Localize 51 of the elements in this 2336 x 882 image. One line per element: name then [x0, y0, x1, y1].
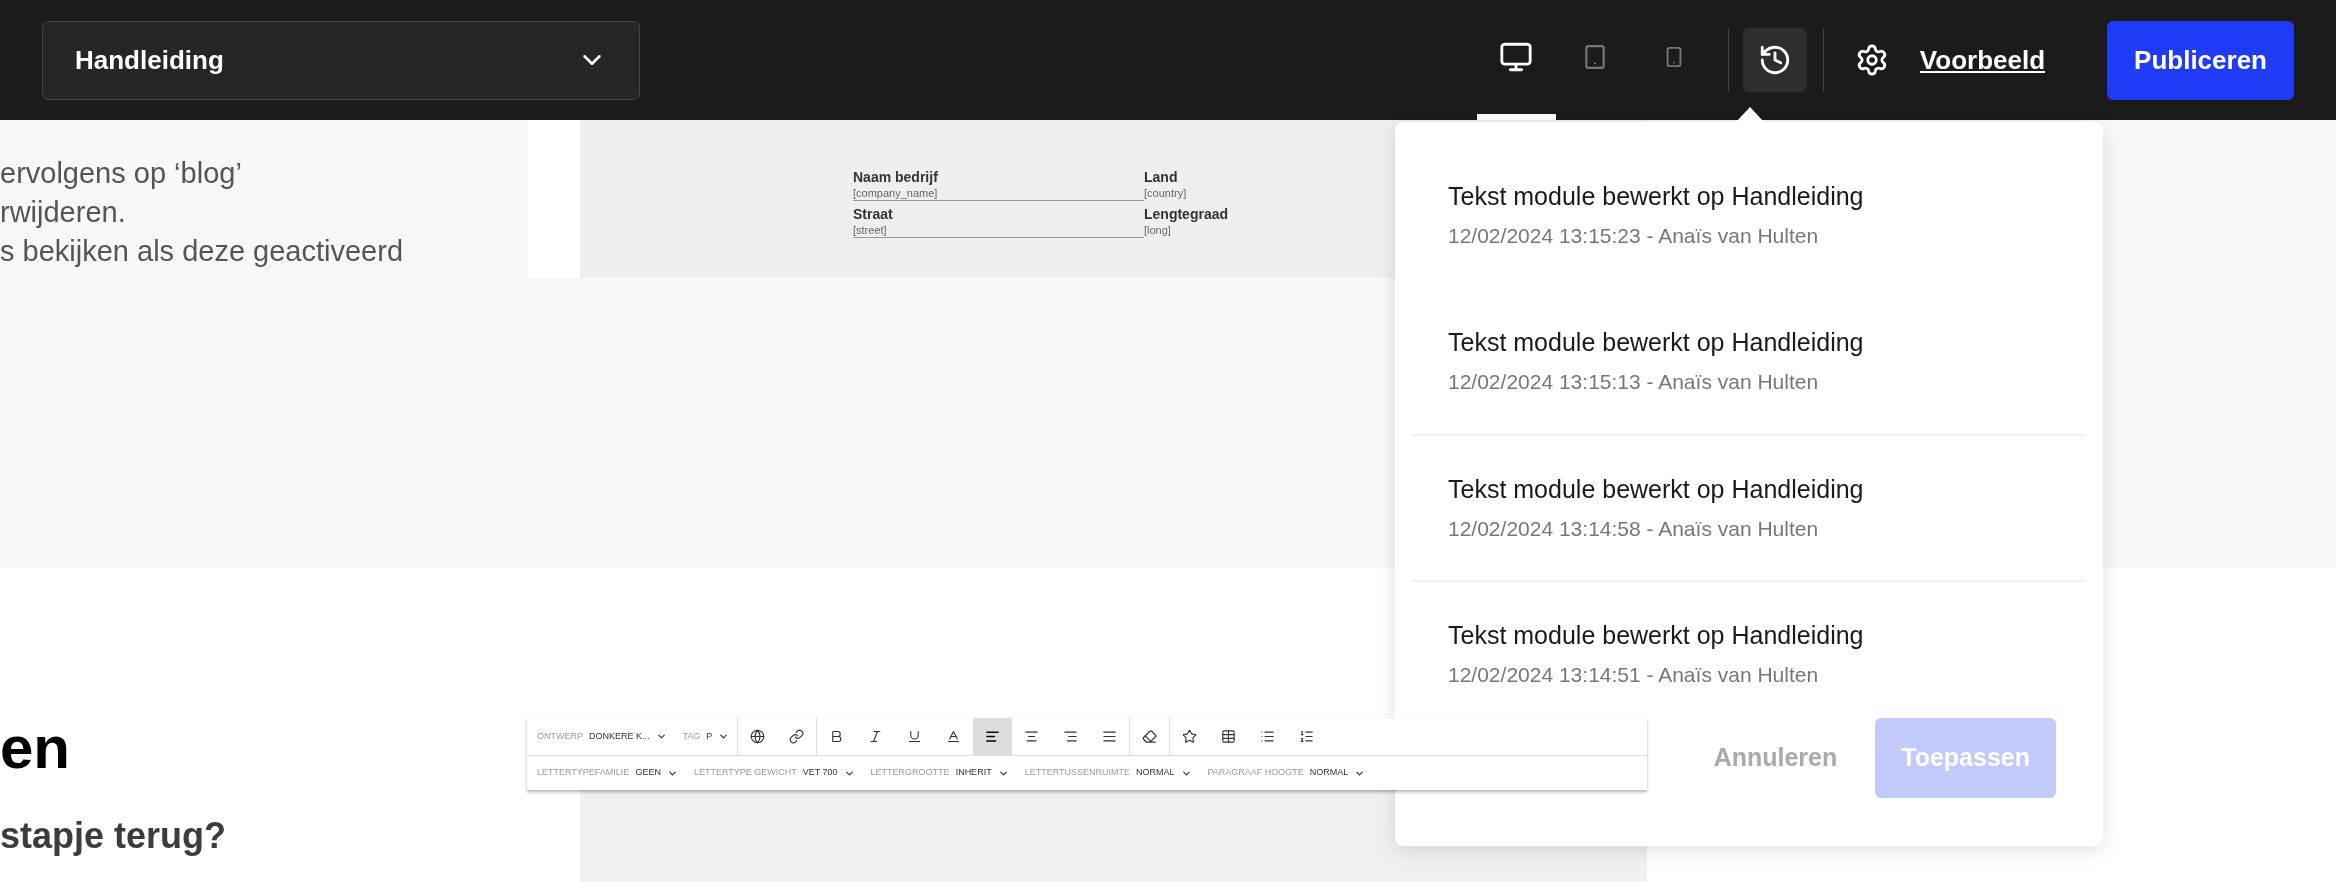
history-meta: 12/02/2024 13:15:13 - Anaïs van Hulten — [1448, 369, 1820, 395]
page-heading: en — [0, 718, 72, 778]
text-input[interactable]: [company_name] — [853, 186, 1144, 201]
text-color-icon — [946, 729, 962, 744]
field-label: Naam bedrijf — [853, 168, 939, 186]
preview-link[interactable]: Voorbeeld — [1919, 40, 2046, 80]
history-title: Tekst module bewerkt op Handleiding — [1448, 620, 1865, 650]
text-input[interactable]: [long] — [1144, 223, 1344, 237]
justify-icon — [1102, 729, 1118, 744]
history-meta: 12/02/2024 13:14:58 - Anaïs van Hulten — [1448, 516, 1820, 542]
history-meta: 12/02/2024 13:15:23 - Anaïs van Hulten — [1448, 223, 1820, 249]
text-input[interactable]: [country] — [1144, 186, 1344, 200]
toolbar-select[interactable]: LETTERTYPEFAMILIE GEEN — [529, 756, 686, 790]
eraser-icon — [1142, 729, 1158, 744]
page-subheading: stapje terug? — [0, 816, 228, 856]
italic-icon — [868, 729, 884, 744]
toolbar-select[interactable]: LETTERGROOTTE INHERIT — [862, 756, 1017, 790]
align-right-icon — [1063, 729, 1079, 744]
align-left-tool[interactable] — [973, 718, 1013, 755]
field-label: Straat — [853, 205, 894, 223]
toolbar-select[interactable]: LETTERTYPE GEWICHT VET 700 — [685, 756, 863, 790]
toolbar-select[interactable]: ONTWERP DONKERE K... — [529, 718, 675, 755]
table-icon — [1221, 729, 1237, 744]
history-item[interactable]: Tekst module bewerkt op Handleiding 12/02/2024 13:14:58 - Anaïs van Hulten — [1412, 434, 2086, 580]
page-select[interactable]: Handleiding — [42, 20, 640, 100]
star-icon — [1182, 729, 1198, 744]
link-icon — [789, 729, 805, 744]
chevron-down-icon — [718, 731, 730, 742]
history-title: Tekst module bewerkt op Handleiding — [1448, 181, 1865, 211]
list-icon — [1260, 729, 1276, 744]
toolbar-select[interactable]: PARAGRAAF HOOGTE NORMAL — [1199, 756, 1374, 790]
intro-paragraph: ervolgens op ‘blog’ rwijderen. s bekijken als deze geactiveerd — [0, 156, 404, 269]
history-meta: 12/02/2024 13:14:51 - Anaïs van Hulten — [1448, 662, 1820, 688]
ordered-list-icon — [1299, 729, 1315, 744]
field-label: Land — [1144, 168, 1179, 186]
text-input[interactable]: [street] — [853, 223, 1144, 238]
history-item[interactable]: Tekst module bewerkt op Handleiding 12/02/2024 13:15:13 - Anaïs van Hulten — [1412, 288, 2086, 434]
publish-button[interactable]: Publiceren — [2107, 20, 2294, 100]
align-center-icon — [1024, 729, 1040, 744]
history-title: Tekst module bewerkt op Handleiding — [1448, 327, 1865, 357]
align-left-icon — [985, 729, 1001, 744]
history-title: Tekst module bewerkt op Handleiding — [1448, 474, 1865, 504]
desktop-icon — [1499, 40, 1534, 74]
toolbar-select[interactable]: TAG P — [674, 718, 738, 755]
field-label: Lengtegraad — [1144, 205, 1229, 223]
underline-icon — [907, 729, 923, 744]
history-item[interactable]: Tekst module bewerkt op Handleiding 12/02/2024 13:15:23 - Anaïs van Hulten — [1412, 142, 2086, 288]
history-button[interactable] — [1742, 28, 1807, 92]
toolbar-select[interactable]: LETTERTUSSENRUIMTE NORMAL — [1016, 756, 1200, 790]
globe-icon — [750, 729, 766, 744]
chevron-down-icon — [655, 731, 667, 742]
